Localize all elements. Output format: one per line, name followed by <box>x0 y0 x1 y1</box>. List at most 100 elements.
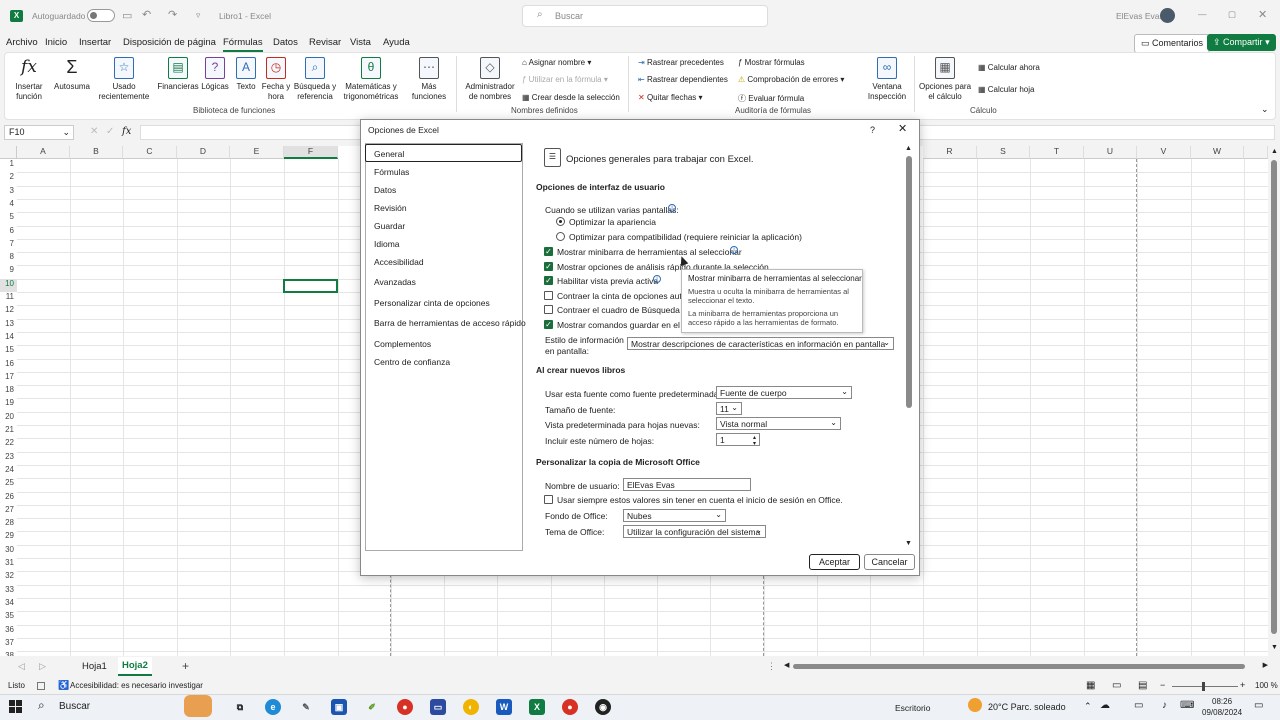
row-header[interactable]: 7 <box>0 239 17 252</box>
insert-function-button[interactable]: fx Insertar función <box>10 57 48 102</box>
more-functions-button[interactable]: ⋯ Más funciones <box>406 57 452 102</box>
column-header[interactable]: B <box>70 146 123 159</box>
nav-quick-access[interactable]: Barra de herramientas de acceso rápido <box>374 318 526 328</box>
info-icon[interactable]: i <box>653 275 661 283</box>
nav-accessibility[interactable]: Accesibilidad <box>374 257 424 267</box>
row-header[interactable]: 32 <box>0 571 17 584</box>
row-header[interactable]: 31 <box>0 558 17 571</box>
row-header[interactable]: 28 <box>0 518 17 531</box>
checkbox-collapse-ribbon[interactable] <box>544 291 553 300</box>
row-header[interactable]: 20 <box>0 412 17 425</box>
prev-sheet-icon[interactable]: ◁ <box>18 661 25 672</box>
row-header[interactable]: 1 <box>0 159 17 172</box>
desktop-label[interactable]: Escritorio <box>895 703 930 713</box>
tab-inicio[interactable]: Inicio <box>45 37 67 48</box>
undo-icon[interactable]: ↶ <box>142 8 151 21</box>
evaluate-formula-button[interactable]: ⓕ Evaluar fórmula <box>738 93 804 104</box>
checkbox-always-use[interactable] <box>544 495 553 504</box>
tab-formulas[interactable]: Fórmulas <box>223 37 263 52</box>
clock-time[interactable]: 08:26 <box>1212 697 1232 706</box>
clock-date[interactable]: 09/08/2024 <box>1202 708 1242 717</box>
name-box[interactable]: F10 ⌄ <box>4 125 74 140</box>
column-header[interactable]: C <box>123 146 177 159</box>
nav-advanced[interactable]: Avanzadas <box>374 277 416 287</box>
trace-precedents-button[interactable]: ⇥ Rastrear precedentes <box>638 58 724 67</box>
username-field[interactable]: ElEvas Evas <box>623 478 751 491</box>
task-view-icon[interactable]: ⧉ <box>232 699 248 715</box>
row-header[interactable]: 33 <box>0 585 17 598</box>
dialog-close-icon[interactable]: ✕ <box>898 122 907 135</box>
row-header[interactable]: 4 <box>0 199 17 212</box>
checkbox-quick-analysis[interactable]: ✓ <box>544 262 553 271</box>
sheet-count-stepper[interactable]: 1 ▴ ▾ <box>716 433 760 447</box>
dialog-help-icon[interactable]: ? <box>870 125 875 135</box>
accessibility-icon[interactable]: ♿ <box>58 680 69 691</box>
row-header[interactable]: 16 <box>0 359 17 372</box>
remove-arrows-button[interactable]: ✕ Quitar flechas ▾ <box>638 93 703 102</box>
tray-app-icon[interactable]: ☁ <box>1100 700 1110 711</box>
scroll-up-icon[interactable]: ▲ <box>905 145 912 152</box>
ok-button[interactable]: Aceptar <box>809 554 860 570</box>
edge-icon[interactable]: e <box>265 699 281 715</box>
chrome-profile-icon[interactable]: ● <box>562 699 578 715</box>
checkbox-show-commands[interactable]: ✓ <box>544 320 553 329</box>
row-header[interactable]: 17 <box>0 372 17 385</box>
office-background-select[interactable]: Nubes ⌄ <box>623 509 726 522</box>
minimize-icon[interactable]: — <box>1198 9 1207 19</box>
scroll-up-icon[interactable]: ▲ <box>1271 148 1278 155</box>
row-header[interactable]: 35 <box>0 611 17 624</box>
calc-options-button[interactable]: ▦ Opciones para el cálculo <box>918 57 972 102</box>
tab-disposicion[interactable]: Disposición de página <box>123 37 216 48</box>
row-header[interactable]: 9 <box>0 265 17 278</box>
create-from-selection-button[interactable]: ▦ Crear desde la selección <box>522 93 620 102</box>
column-header[interactable]: V <box>1137 146 1191 159</box>
column-header[interactable]: E <box>230 146 284 159</box>
row-header[interactable]: 15 <box>0 345 17 358</box>
row-header[interactable]: 8 <box>0 252 17 265</box>
paint-icon[interactable]: ✎ <box>298 699 314 715</box>
nav-data[interactable]: Datos <box>374 185 396 195</box>
lookup-button[interactable]: ⌕ Búsqueda y referencia <box>292 57 338 102</box>
h-scroll-thumb[interactable] <box>793 664 1245 669</box>
customize-qat-icon[interactable]: ▿ <box>196 10 200 21</box>
font-size-select[interactable]: 11 ⌄ <box>716 402 742 415</box>
column-header[interactable]: T <box>1030 146 1084 159</box>
search-input[interactable]: ⌕ Buscar <box>522 5 768 27</box>
show-formulas-button[interactable]: ƒ Mostrar fórmulas <box>738 58 805 67</box>
tab-insertar[interactable]: Insertar <box>79 37 111 48</box>
error-check-button[interactable]: ⚠ Comprobación de errores ▾ <box>738 75 844 84</box>
tray-chevron-icon[interactable]: ⌃ <box>1084 701 1092 712</box>
dialog-scroll-thumb[interactable] <box>906 156 912 408</box>
calc-sheet-button[interactable]: ▦ Calcular hoja <box>978 85 1034 94</box>
enter-icon[interactable]: ✓ <box>106 126 114 137</box>
store-icon[interactable]: ▣ <box>331 699 347 715</box>
trace-dependents-button[interactable]: ⇤ Rastrear dependientes <box>638 75 728 84</box>
name-manager-button[interactable]: ◇ Administrador de nombres <box>462 57 518 102</box>
info-icon[interactable]: i <box>730 246 738 254</box>
page-break-view-icon[interactable]: ▤ <box>1138 680 1147 691</box>
row-header[interactable]: 30 <box>0 545 17 558</box>
row-header[interactable]: 18 <box>0 385 17 398</box>
row-header[interactable]: 3 <box>0 186 17 199</box>
page-layout-icon[interactable]: ▭ <box>1112 680 1121 691</box>
excel-icon[interactable]: X <box>529 699 545 715</box>
active-cell[interactable] <box>283 279 338 293</box>
share-button[interactable]: ⇪ Compartir ▾ <box>1207 34 1276 51</box>
ribbon-collapse-icon[interactable]: ⌄ <box>1261 104 1269 115</box>
calc-now-button[interactable]: ▦ Calcular ahora <box>978 63 1040 72</box>
logical-button[interactable]: ? Lógicas <box>200 57 230 92</box>
row-header[interactable]: 37 <box>0 638 17 651</box>
radio-optimize-appearance[interactable] <box>556 217 565 226</box>
watch-window-button[interactable]: ∞ Ventana Inspección <box>864 57 910 102</box>
cancel-button[interactable]: Cancelar <box>864 554 915 570</box>
sheet-tab-hoja2[interactable]: Hoja2 <box>118 657 152 676</box>
tab-datos[interactable]: Datos <box>273 37 298 48</box>
screentip-select[interactable]: Mostrar descripciones de características… <box>627 337 894 350</box>
notifications-icon[interactable]: ▭ <box>1254 700 1263 711</box>
volume-icon[interactable]: ♪ <box>1162 700 1167 711</box>
accessibility-status[interactable]: Accesibilidad: es necesario investigar <box>70 681 203 690</box>
row-header[interactable]: 23 <box>0 452 17 465</box>
recent-button[interactable]: ☆ Usado recientemente <box>94 57 154 102</box>
autosave-toggle[interactable] <box>87 9 115 22</box>
next-sheet-icon[interactable]: ▷ <box>39 661 46 672</box>
